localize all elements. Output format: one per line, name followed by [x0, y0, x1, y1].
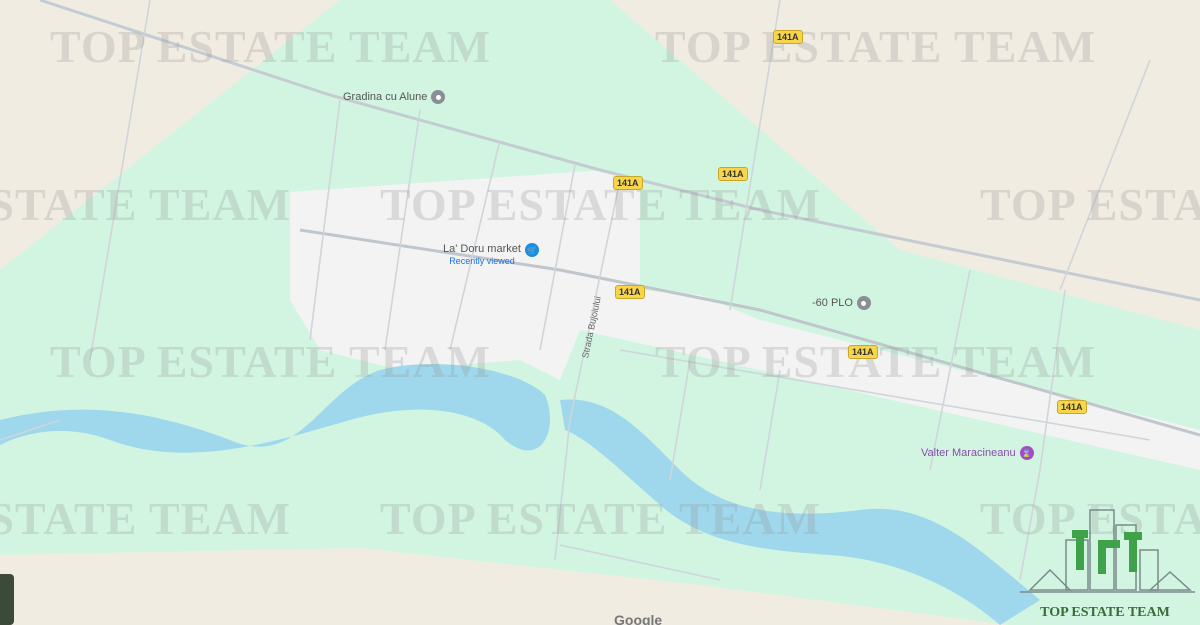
road-shield-141a: 141A — [773, 30, 803, 44]
street-view-thumbnail[interactable] — [0, 574, 14, 625]
road-shield-141a: 141A — [848, 345, 878, 359]
poi-valter-maracineanu[interactable]: Valter Maracineanu ⌛ — [921, 446, 1034, 460]
road-shield-141a: 141A — [615, 285, 645, 299]
poi-label: Valter Maracineanu — [921, 447, 1016, 459]
poi-sublabel: Recently viewed — [449, 256, 515, 266]
road-shield-141a: 141A — [1057, 400, 1087, 414]
place-pin-icon — [856, 296, 871, 310]
google-attribution: Google — [614, 612, 663, 625]
poi-la-doru-market[interactable]: La' Doru market Recently viewed 🛒 — [443, 243, 539, 267]
map-canvas[interactable]: TOP ESTATE TEAM TOP ESTATE TEAM TOP ESTA… — [0, 0, 1200, 625]
shopping-cart-pin-icon: 🛒 — [524, 243, 539, 257]
poi-label: Gradina cu Alune — [343, 91, 428, 103]
poi-label: La' Doru market — [443, 243, 521, 255]
poi-label: -60 PLO — [812, 297, 853, 309]
logo-text: TOP ESTATE TEAM — [1040, 605, 1170, 620]
poi-gradina-cu-alune[interactable]: Gradina cu Alune — [343, 90, 446, 104]
road-shield-141a: 141A — [718, 167, 748, 181]
poi-60-plo[interactable]: -60 PLO — [812, 296, 871, 310]
place-pin-icon — [431, 90, 446, 104]
hourglass-pin-icon: ⌛ — [1019, 446, 1034, 460]
building-logo-icon — [1020, 509, 1195, 593]
top-estate-team-logo: TOP ESTATE TEAM — [1010, 500, 1200, 625]
road-shield-141a: 141A — [613, 176, 643, 190]
